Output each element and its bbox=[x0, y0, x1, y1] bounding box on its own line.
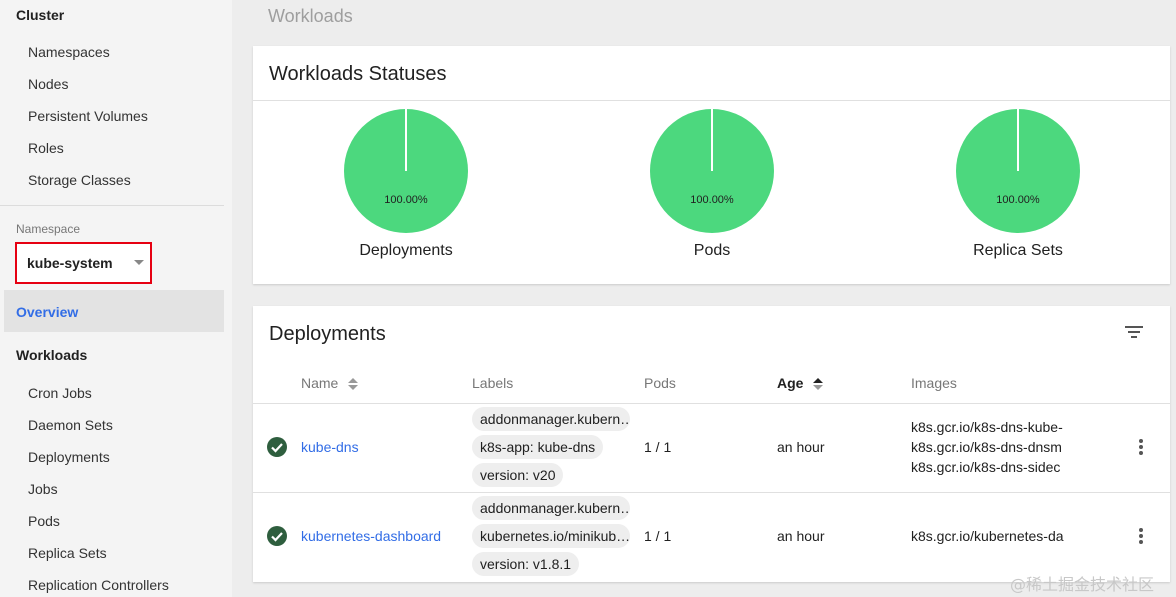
label-chip: version: v1.8.1 bbox=[472, 552, 580, 576]
more-vert-icon[interactable] bbox=[1137, 439, 1145, 457]
sidebar-cluster-title[interactable]: Cluster bbox=[16, 7, 64, 23]
label-chip: k8s-app: kube-dns bbox=[472, 435, 604, 459]
label-chip: addonmanager.kubern… bbox=[472, 496, 630, 520]
overview-label: Overview bbox=[16, 304, 79, 320]
sidebar-item-nodes[interactable]: Nodes bbox=[28, 76, 68, 92]
sidebar: Cluster Namespaces Nodes Persistent Volu… bbox=[0, 0, 232, 597]
sidebar-item-jobs[interactable]: Jobs bbox=[28, 481, 58, 497]
pods-count: 1 / 1 bbox=[644, 439, 672, 455]
check-circle-icon bbox=[267, 526, 287, 546]
column-header-labels: Labels bbox=[472, 375, 514, 391]
pods-pie-label: Pods bbox=[693, 242, 731, 259]
sidebar-item-storage-classes[interactable]: Storage Classes bbox=[28, 172, 131, 188]
pods-count: 1 / 1 bbox=[644, 528, 672, 544]
replica-sets-pie-chart[interactable]: 100.00% bbox=[955, 108, 1081, 239]
namespace-label: Namespace bbox=[16, 222, 81, 236]
column-header-age-label: Age bbox=[777, 375, 804, 391]
deployment-name-link[interactable]: kubernetes-dashboard bbox=[301, 528, 441, 544]
column-header-age[interactable]: Age bbox=[777, 375, 824, 391]
pods-pie-chart[interactable]: 100.00% bbox=[649, 108, 775, 239]
deployments-card-title: Deployments bbox=[269, 323, 386, 345]
pie-percent: 100.00% bbox=[996, 194, 1040, 206]
sidebar-item-daemon-sets[interactable]: Daemon Sets bbox=[28, 417, 113, 433]
column-header-name[interactable]: Name bbox=[301, 375, 359, 391]
more-vert-icon[interactable] bbox=[1137, 528, 1145, 546]
sidebar-item-replication-controllers[interactable]: Replication Controllers bbox=[28, 577, 169, 593]
watermark: @稀土掘金技术社区 bbox=[1010, 575, 1155, 594]
column-header-images: Images bbox=[911, 375, 957, 391]
image-name: k8s.gcr.io/kubernetes-da bbox=[911, 528, 1064, 544]
age-value: an hour bbox=[777, 528, 825, 544]
image-name: k8s.gcr.io/k8s-dns-kube- bbox=[911, 419, 1063, 435]
check-circle-icon bbox=[267, 437, 287, 457]
deployments-pie-svg: 100.00% bbox=[344, 109, 468, 233]
sidebar-workloads-title[interactable]: Workloads bbox=[16, 347, 87, 363]
row-divider bbox=[253, 492, 1170, 493]
deployment-name-link[interactable]: kube-dns bbox=[301, 439, 359, 455]
label-chip: version: v20 bbox=[472, 463, 564, 487]
deployments-pie-label: Deployments bbox=[359, 242, 453, 259]
column-header-pods: Pods bbox=[644, 375, 676, 391]
page-title: Workloads bbox=[268, 6, 353, 26]
deployments-pie-chart[interactable]: 100.00% bbox=[343, 108, 469, 239]
sidebar-item-replica-sets[interactable]: Replica Sets bbox=[28, 545, 107, 561]
age-value: an hour bbox=[777, 439, 825, 455]
namespace-selector[interactable]: kube-system bbox=[15, 242, 152, 284]
deployments-card: Deployments Name Labels Pods Age Images … bbox=[253, 306, 1170, 582]
label-chip: kubernetes.io/minikub… bbox=[472, 524, 630, 548]
sidebar-item-namespaces[interactable]: Namespaces bbox=[28, 44, 110, 60]
image-name: k8s.gcr.io/k8s-dns-dnsm bbox=[911, 439, 1062, 455]
sort-icon bbox=[813, 377, 824, 391]
pie-percent: 100.00% bbox=[690, 194, 734, 206]
table-header-divider bbox=[253, 403, 1170, 404]
card-divider bbox=[253, 100, 1170, 101]
statuses-card-title: Workloads Statuses bbox=[269, 63, 447, 85]
pie-percent: 100.00% bbox=[384, 194, 428, 206]
sidebar-item-overview[interactable]: Overview bbox=[4, 290, 224, 332]
sidebar-item-persistent-volumes[interactable]: Persistent Volumes bbox=[28, 108, 148, 124]
label-chip: addonmanager.kubern… bbox=[472, 407, 630, 431]
column-header-name-label: Name bbox=[301, 375, 339, 391]
image-name: k8s.gcr.io/k8s-dns-sidec bbox=[911, 459, 1061, 475]
pods-pie-svg: 100.00% bbox=[650, 109, 774, 233]
replica-sets-pie-svg: 100.00% bbox=[956, 109, 1080, 233]
caret-down-icon bbox=[134, 260, 144, 265]
sidebar-divider bbox=[0, 205, 224, 206]
sidebar-item-cron-jobs[interactable]: Cron Jobs bbox=[28, 385, 92, 401]
sort-icon bbox=[348, 377, 359, 391]
sidebar-item-deployments[interactable]: Deployments bbox=[28, 449, 110, 465]
sidebar-item-roles[interactable]: Roles bbox=[28, 140, 64, 156]
filter-icon[interactable] bbox=[1124, 326, 1144, 342]
workloads-statuses-card: Workloads Statuses 100.00% Deployments 1… bbox=[253, 46, 1170, 284]
sidebar-item-pods[interactable]: Pods bbox=[28, 513, 60, 529]
namespace-value: kube-system bbox=[27, 255, 113, 271]
replica-sets-pie-label: Replica Sets bbox=[973, 242, 1063, 259]
